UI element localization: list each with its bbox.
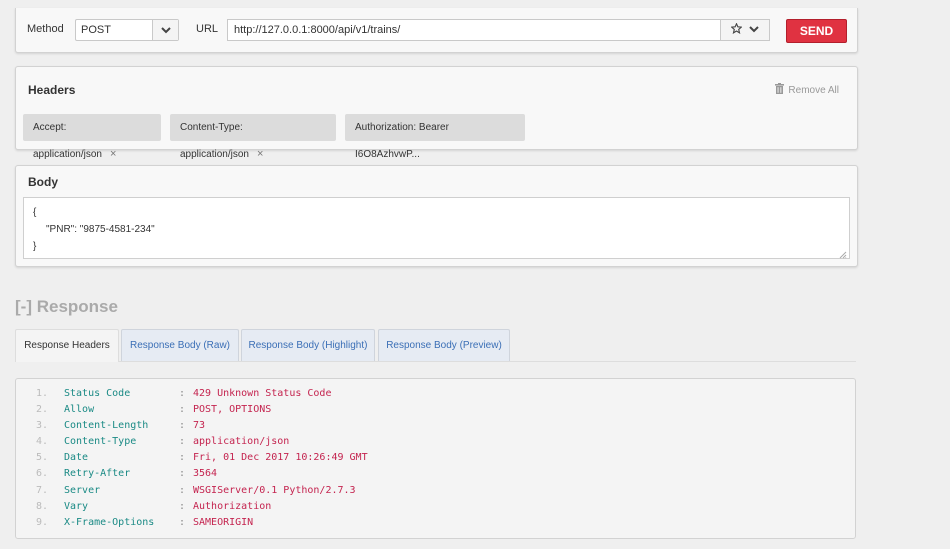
- line-number: 9.: [36, 517, 49, 528]
- header-key: Retry-After: [64, 468, 131, 479]
- header-key: Content-Type: [64, 436, 137, 447]
- header-chip-accept[interactable]: Accept: application/json ×: [23, 114, 161, 160]
- header-value: POST, OPTIONS: [193, 404, 272, 415]
- response-toggle[interactable]: [-] Response: [15, 297, 118, 317]
- separator: :: [179, 485, 186, 496]
- resize-grip-icon[interactable]: [839, 248, 847, 259]
- chevron-down-icon[interactable]: [152, 20, 178, 40]
- star-icon[interactable]: [730, 22, 743, 37]
- header-chip-content-type[interactable]: Content-Type: application/json ×: [170, 114, 336, 160]
- chevron-down-icon[interactable]: [749, 24, 759, 36]
- header-key: Content-Length: [64, 420, 149, 431]
- headers-title: Headers: [28, 83, 76, 97]
- separator: :: [179, 517, 186, 528]
- header-value: Authorization: [193, 501, 272, 512]
- separator: :: [179, 404, 186, 415]
- method-select[interactable]: POST: [75, 19, 179, 41]
- body-line: }: [33, 241, 37, 252]
- header-chip-label: Authorization: Bearer I6O8AzhvwP...: [355, 122, 449, 160]
- header-value: SAMEORIGIN: [193, 517, 254, 528]
- body-line: "PNR": "9875-4581-234": [46, 224, 155, 235]
- separator: :: [179, 388, 186, 399]
- separator: :: [179, 452, 186, 463]
- header-key: Server: [64, 485, 101, 496]
- separator: :: [179, 436, 186, 447]
- line-number: 3.: [36, 420, 49, 431]
- separator: :: [179, 420, 186, 431]
- url-input[interactable]: [227, 19, 721, 41]
- line-number: 6.: [36, 468, 49, 479]
- close-icon[interactable]: ×: [110, 148, 116, 160]
- line-number: 8.: [36, 501, 49, 512]
- header-key: Date: [64, 452, 89, 463]
- header-chip-authorization[interactable]: Authorization: Bearer I6O8AzhvwP...: [345, 114, 525, 160]
- url-tools[interactable]: [720, 19, 770, 41]
- header-value: 429 Unknown Status Code: [193, 388, 332, 399]
- body-textarea[interactable]: { "PNR": "9875-4581-234" }: [23, 197, 850, 259]
- separator: :: [179, 501, 186, 512]
- line-number: 1.: [36, 388, 49, 399]
- headers-panel: Headers Remove All Accept: application/j…: [15, 66, 858, 160]
- header-value: application/json: [193, 436, 290, 447]
- body-panel: Body { "PNR": "9875-4581-234" }: [15, 165, 858, 267]
- header-key: Vary: [64, 501, 89, 512]
- url-label: URL: [196, 23, 219, 35]
- top-menu-bar: [0, 0, 950, 8]
- line-number: 4.: [36, 436, 49, 447]
- header-value: 3564: [193, 468, 218, 479]
- response-tabs: Response Headers Response Body (Raw) Res…: [15, 329, 856, 362]
- header-value: 73: [193, 420, 206, 431]
- header-key: X-Frame-Options: [64, 517, 155, 528]
- header-value: WSGIServer/0.1 Python/2.7.3: [193, 485, 356, 496]
- separator: :: [179, 468, 186, 479]
- response-headers-panel: 1. Status Code:429 Unknown Status Code 2.…: [15, 378, 856, 539]
- send-button[interactable]: SEND: [786, 19, 847, 43]
- tab-response-body-raw[interactable]: Response Body (Raw): [121, 329, 239, 361]
- header-chip-label: Accept: application/json: [33, 122, 102, 160]
- request-bar: Method POST URL SEND: [15, 8, 858, 53]
- header-value: Fri, 01 Dec 2017 10:26:49 GMT: [193, 452, 368, 463]
- header-chip-label: Content-Type: application/json: [180, 122, 249, 160]
- line-number: 5.: [36, 452, 49, 463]
- method-value: POST: [81, 24, 111, 36]
- close-icon[interactable]: ×: [257, 148, 263, 160]
- tab-response-body-preview[interactable]: Response Body (Preview): [378, 329, 510, 361]
- body-line: {: [33, 207, 37, 218]
- body-title: Body: [28, 175, 58, 189]
- line-number: 7.: [36, 485, 49, 496]
- remove-all-label: Remove All: [788, 84, 839, 96]
- header-key: Status Code: [64, 388, 131, 399]
- line-number: 2.: [36, 404, 49, 415]
- tab-response-headers[interactable]: Response Headers: [15, 329, 119, 362]
- header-key: Allow: [64, 404, 95, 415]
- tab-response-body-highlight[interactable]: Response Body (Highlight): [241, 329, 375, 361]
- trash-icon: [775, 83, 785, 97]
- method-label: Method: [27, 23, 64, 35]
- remove-all-button[interactable]: Remove All: [775, 83, 839, 97]
